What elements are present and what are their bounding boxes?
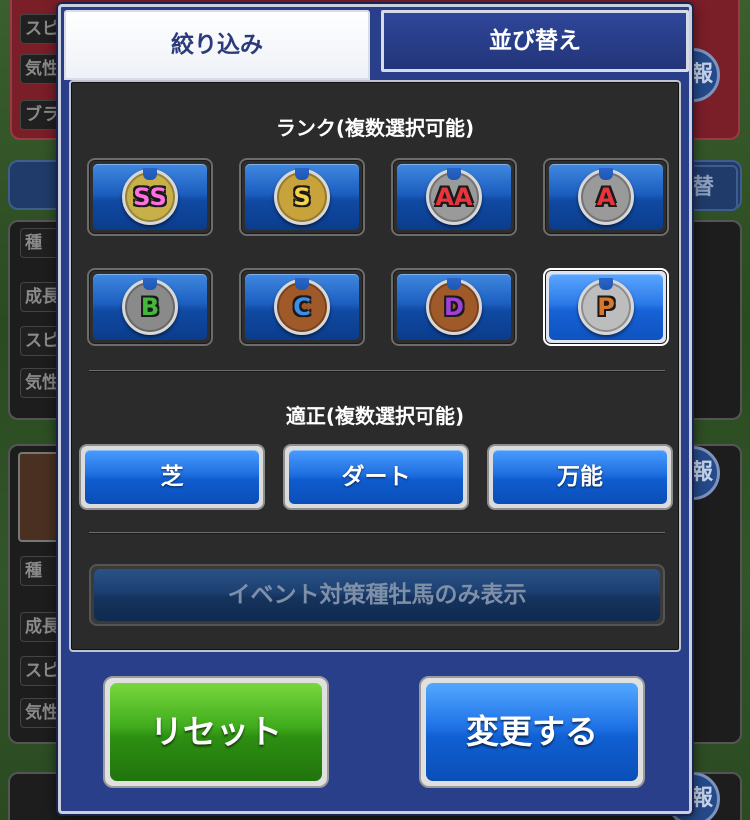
divider: [89, 532, 665, 534]
rank-label: A: [596, 183, 616, 211]
rank-button-face: A: [549, 164, 663, 230]
rank-label: S: [293, 183, 311, 211]
rank-button-c[interactable]: C: [239, 268, 365, 346]
rank-button-face: B: [93, 274, 207, 340]
apply-label: 変更する: [426, 683, 638, 781]
rank-label: D: [444, 293, 464, 321]
reset-button[interactable]: リセット: [103, 676, 329, 788]
aptitude-section-title: 適正(複数選択可能): [285, 404, 465, 428]
rank-button-face: P: [549, 274, 663, 340]
rank-button-b[interactable]: B: [87, 268, 213, 346]
aptitude-dirt-label: ダート: [289, 450, 463, 504]
rank-label: AA: [435, 183, 473, 211]
rank-label: C: [293, 293, 311, 321]
rank-button-face: C: [245, 274, 359, 340]
aptitude-turf-label: 芝: [85, 450, 259, 504]
rank-button-face: AA: [397, 164, 511, 230]
rank-button-p[interactable]: P: [543, 268, 669, 346]
rank-button-aa[interactable]: AA: [391, 158, 517, 236]
apply-button[interactable]: 変更する: [419, 676, 645, 788]
rank-label: B: [140, 293, 160, 321]
rank-button-s[interactable]: S: [239, 158, 365, 236]
rank-button-face: SS: [93, 164, 207, 230]
rank-label: SS: [133, 183, 167, 211]
rank-label: P: [597, 293, 615, 321]
rank-section-title: ランク(複数選択可能): [275, 116, 475, 140]
rank-button-face: D: [397, 274, 511, 340]
filter-dialog: 絞り込み 並び替え ランク(複数選択可能) SS S AA A B C D P 適正(複数選択…: [58, 4, 692, 814]
aptitude-turf-button[interactable]: 芝: [79, 444, 265, 510]
rank-button-face: S: [245, 164, 359, 230]
event-stallion-only-label: イベント対策種牡馬のみ表示: [94, 569, 660, 621]
aptitude-dirt-button[interactable]: ダート: [283, 444, 469, 510]
tab-sort[interactable]: 並び替え: [381, 10, 689, 72]
rank-button-a[interactable]: A: [543, 158, 669, 236]
tab-filter[interactable]: 絞り込み: [64, 10, 370, 80]
event-stallion-only-button[interactable]: イベント対策種牡馬のみ表示: [89, 564, 665, 626]
reset-label: リセット: [110, 683, 322, 781]
rank-button-ss[interactable]: SS: [87, 158, 213, 236]
aptitude-allround-label: 万能: [493, 450, 667, 504]
divider: [89, 370, 665, 372]
aptitude-allround-button[interactable]: 万能: [487, 444, 673, 510]
rank-button-d[interactable]: D: [391, 268, 517, 346]
filter-panel: ランク(複数選択可能) SS S AA A B C D P 適正(複数選択可能) 芝 ダート …: [69, 80, 681, 652]
bg-horse-image: [18, 452, 62, 542]
